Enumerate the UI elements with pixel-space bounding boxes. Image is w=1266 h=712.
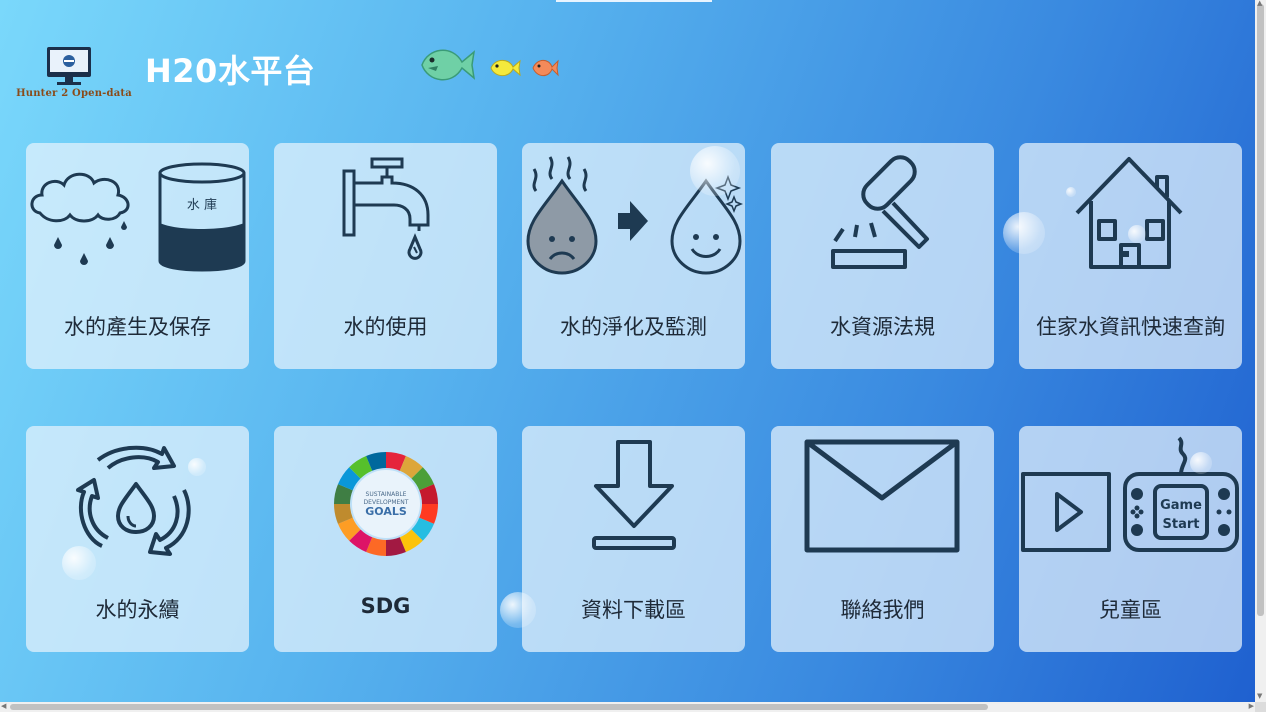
card-label: 聯絡我們 xyxy=(840,598,925,622)
scroll-up-icon[interactable]: ▲ xyxy=(1257,0,1262,7)
page-title: H20水平台 xyxy=(145,52,316,90)
game-text-2: Start xyxy=(1163,517,1200,532)
scroll-down-icon[interactable]: ▼ xyxy=(1257,693,1262,700)
house-icon xyxy=(1075,157,1183,269)
sdg-text-1: SUSTAINABLE xyxy=(366,491,407,498)
card-label: SDG xyxy=(360,594,411,618)
card-label: 水的淨化及監測 xyxy=(560,315,707,339)
game-text-1: Game xyxy=(1160,498,1202,513)
rain-reservoir-icon: 水 庫 xyxy=(30,162,246,272)
card-contact-us[interactable]: 聯絡我們 xyxy=(771,426,994,652)
scroll-right-icon[interactable]: ▶ xyxy=(1249,703,1254,710)
card-label: 資料下載區 xyxy=(581,598,686,622)
card-water-regulations[interactable]: 水資源法規 xyxy=(771,143,994,369)
card-home-water-info[interactable]: 住家水資訊快速查詢 xyxy=(1019,143,1242,369)
horizontal-scrollbar[interactable]: ◀ ▶ xyxy=(0,702,1255,712)
orange-fish-icon xyxy=(532,59,559,77)
card-water-sustainability[interactable]: 水的永續 xyxy=(26,426,249,652)
purify-drop-icon xyxy=(526,156,744,275)
recycle-drop-icon xyxy=(76,445,191,556)
sdg-text-3: GOALS xyxy=(365,505,407,518)
scroll-left-icon[interactable]: ◀ xyxy=(1,703,6,710)
scrollbar-corner xyxy=(1255,702,1266,712)
card-water-usage[interactable]: 水的使用 xyxy=(274,143,497,369)
card-label: 水的產生及保存 xyxy=(64,315,211,339)
top-highlight-line xyxy=(556,0,712,2)
large-fish-icon xyxy=(421,49,476,81)
vertical-scrollbar[interactable]: ▲ ▼ xyxy=(1255,0,1266,702)
sdg-wheel-icon: SUSTAINABLE DEVELOPMENT GOALS xyxy=(334,452,438,556)
envelope-icon xyxy=(804,439,960,553)
card-label: 水的使用 xyxy=(343,315,428,339)
card-label: 住家水資訊快速查詢 xyxy=(1036,315,1225,339)
vertical-scroll-thumb[interactable] xyxy=(1257,4,1264,616)
yellow-fish-icon xyxy=(490,59,521,77)
card-water-purification[interactable]: 水的淨化及監測 xyxy=(522,143,745,369)
card-label: 水資源法規 xyxy=(830,315,935,339)
horizontal-scroll-thumb[interactable] xyxy=(10,704,988,710)
card-kids-zone[interactable]: Game Start 兒童區 xyxy=(1019,426,1242,652)
monitor-icon xyxy=(47,47,91,85)
card-label: 水的永續 xyxy=(95,598,180,622)
site-logo[interactable]: Hunter 2 Open-data xyxy=(12,44,136,106)
game-icon: Game Start xyxy=(1021,436,1239,552)
card-water-generation[interactable]: 水 庫 水的產生及保存 xyxy=(26,143,249,369)
download-icon xyxy=(592,440,676,550)
card-label: 兒童區 xyxy=(1099,598,1162,622)
card-data-download[interactable]: 資料下載區 xyxy=(522,426,745,652)
gavel-icon xyxy=(831,155,929,269)
faucet-icon xyxy=(342,157,430,260)
reservoir-label: 水 庫 xyxy=(187,198,217,213)
card-sdg[interactable]: SUSTAINABLE DEVELOPMENT GOALS SDG xyxy=(274,426,497,652)
logo-text: Hunter 2 Open-data xyxy=(16,88,132,99)
